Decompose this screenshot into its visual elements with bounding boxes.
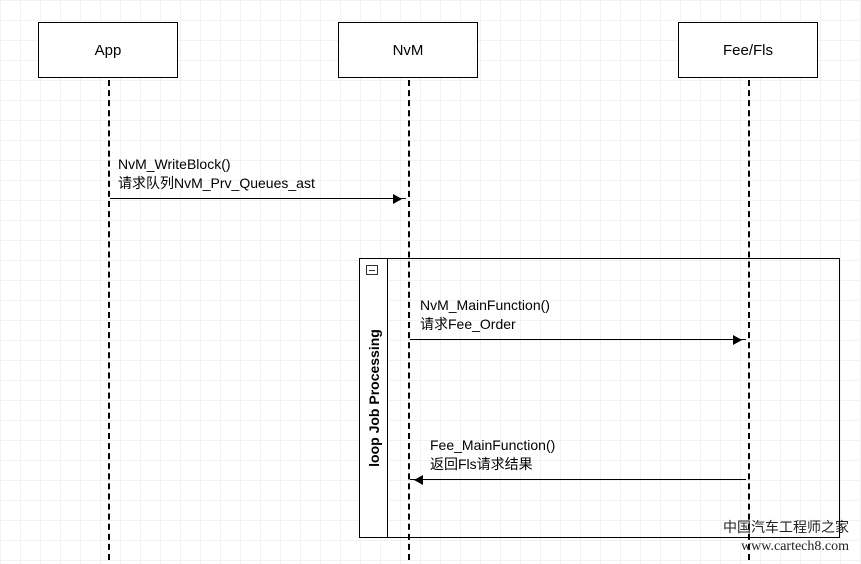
participant-app-label: App (95, 42, 122, 59)
participant-feefls-label: Fee/Fls (723, 42, 773, 59)
message-writeblock-line1: NvM_WriteBlock() (118, 155, 315, 174)
frame-label: loop Job Processing (366, 268, 382, 528)
participant-nvm: NvM (338, 22, 478, 78)
frame-tag: loop Job Processing (360, 259, 388, 537)
message-fee-mainfunction-line1: Fee_MainFunction() (430, 436, 555, 455)
sequence-diagram: App NvM Fee/Fls NvM_WriteBlock() 请求队列NvM… (0, 0, 861, 564)
participant-nvm-label: NvM (393, 42, 424, 59)
message-writeblock-line2: 请求队列NvM_Prv_Queues_ast (118, 174, 315, 193)
arrow-app-to-nvm (110, 198, 406, 199)
watermark-line2: www.cartech8.com (723, 538, 849, 556)
message-fee-mainfunction-line2: 返回Fls请求结果 (430, 455, 555, 474)
message-mainfunction-label: NvM_MainFunction() 请求Fee_Order (420, 296, 550, 334)
arrow-feefls-to-nvm (410, 479, 746, 480)
watermark-line1: 中国汽车工程师之家 (723, 520, 849, 538)
message-writeblock-label: NvM_WriteBlock() 请求队列NvM_Prv_Queues_ast (118, 155, 315, 193)
message-mainfunction-line2: 请求Fee_Order (420, 315, 550, 334)
arrow-nvm-to-feefls (410, 339, 746, 340)
watermark: 中国汽车工程师之家 www.cartech8.com (723, 520, 849, 556)
participant-feefls: Fee/Fls (678, 22, 818, 78)
lifeline-app (108, 80, 110, 560)
message-fee-mainfunction-label: Fee_MainFunction() 返回Fls请求结果 (430, 436, 555, 474)
message-mainfunction-line1: NvM_MainFunction() (420, 296, 550, 315)
participant-app: App (38, 22, 178, 78)
